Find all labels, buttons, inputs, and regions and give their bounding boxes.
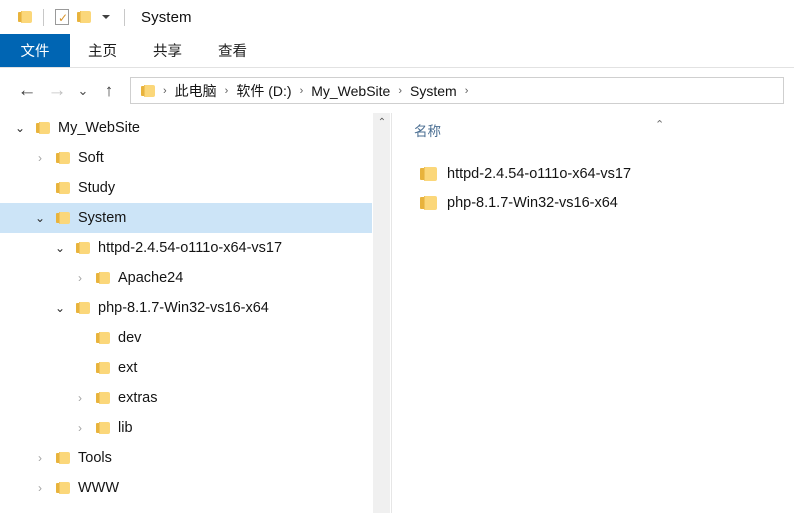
tree-item-label: php-8.1.7-Win32-vs16-x64	[98, 300, 269, 316]
tree-item-www[interactable]: › WWW	[0, 473, 372, 503]
breadcrumb-drive-d[interactable]: 软件 (D:)	[234, 81, 293, 101]
folder-icon	[420, 167, 437, 181]
tree-item-dev[interactable]: ›dev	[0, 323, 372, 353]
tree-item-label: lib	[118, 420, 133, 436]
tree-item-php-8-1-7-win32-vs16-x64[interactable]: ⌄ php-8.1.7-Win32-vs16-x64	[0, 293, 372, 323]
folder-icon	[18, 11, 32, 23]
chevron-down-icon[interactable]: ⌄	[32, 210, 48, 226]
tree-item-label: Tools	[78, 450, 112, 466]
folder-icon	[96, 392, 110, 404]
chevron-right-icon[interactable]: ›	[32, 450, 48, 466]
tree-item-label: Apache24	[118, 270, 184, 286]
tree-item-label: extras	[118, 390, 158, 406]
sort-ascending-icon[interactable]: ⌃	[655, 118, 664, 131]
address-bar[interactable]: › 此电脑 › 软件 (D:) › My_WebSite › System ›	[130, 77, 784, 104]
folder-icon	[36, 122, 50, 134]
window-title: System	[141, 8, 192, 26]
tree-scrollbar[interactable]: ⌃	[372, 113, 390, 513]
customize-quick-access-button[interactable]	[95, 6, 117, 28]
tree-item-label: httpd-2.4.54-o111o-x64-vs17	[98, 240, 283, 256]
tree-item-label: Study	[78, 180, 116, 196]
tab-share[interactable]: 共享	[135, 34, 200, 67]
tab-file[interactable]: 文件	[0, 34, 70, 67]
chevron-right-icon[interactable]: ›	[72, 390, 88, 406]
tree-item-label: Soft	[78, 150, 104, 166]
folder-icon	[56, 452, 70, 464]
folder-icon	[96, 362, 110, 374]
breadcrumb-separator[interactable]: ›	[157, 85, 173, 97]
file-list-row[interactable]: php-8.1.7-Win32-vs16-x64	[392, 190, 794, 216]
new-folder-icon	[77, 11, 91, 23]
tree-item-apache24[interactable]: › Apache24	[0, 263, 372, 293]
scrollbar-up-arrow-icon[interactable]: ⌃	[373, 113, 391, 131]
chevron-down-icon[interactable]: ⌄	[12, 120, 28, 136]
recent-locations-button[interactable]: ⌄	[72, 76, 94, 106]
chevron-down-icon[interactable]: ⌄	[52, 300, 68, 316]
tree-item-system[interactable]: ⌄ System	[0, 203, 372, 233]
breadcrumb-this-pc[interactable]: 此电脑	[173, 81, 219, 101]
explorer-folder-icon[interactable]	[14, 6, 36, 28]
tree-item-label: ext	[118, 360, 138, 376]
forward-button[interactable]: →	[42, 76, 72, 106]
tree-item-my-website[interactable]: ⌄ My_WebSite	[0, 113, 372, 143]
navigation-tree-pane[interactable]: ⌄My_WebSite›Soft›Study⌄System⌄httpd-2.4.…	[0, 113, 372, 513]
tree-item-ext[interactable]: ›ext	[0, 353, 372, 383]
title-bar: ✓ System	[0, 0, 794, 34]
qat-divider-2	[124, 8, 125, 26]
tree-item-extras[interactable]: › extras	[0, 383, 372, 413]
tree-item-tools[interactable]: › Tools	[0, 443, 372, 473]
folder-icon	[96, 272, 110, 284]
ribbon-tab-bar: 文件 主页 共享 查看	[0, 34, 794, 67]
folder-icon	[420, 196, 437, 210]
folder-icon	[96, 422, 110, 434]
tree-item-label: WWW	[78, 480, 120, 496]
folder-icon	[76, 302, 90, 314]
address-folder-icon	[141, 84, 155, 97]
folder-icon	[56, 482, 70, 494]
file-list-row[interactable]: httpd-2.4.54-o111o-x64-vs17	[392, 161, 794, 187]
column-header-row: 名称 ⌃	[392, 113, 794, 147]
properties-button[interactable]: ✓	[51, 6, 73, 28]
folder-icon	[76, 242, 90, 254]
back-button[interactable]: ←	[12, 76, 42, 106]
breadcrumb-my-website[interactable]: My_WebSite	[309, 83, 392, 99]
up-button[interactable]: ↑	[94, 76, 124, 106]
tree-item-label: My_WebSite	[58, 120, 140, 136]
properties-icon: ✓	[55, 9, 69, 25]
navigation-bar: ← → ⌄ ↑ › 此电脑 › 软件 (D:) › My_WebSite › S…	[0, 68, 794, 113]
tab-home[interactable]: 主页	[70, 34, 135, 67]
tree-item-label: System	[78, 210, 127, 226]
tab-view[interactable]: 查看	[200, 34, 265, 67]
tree-item-lib[interactable]: › lib	[0, 413, 372, 443]
folder-icon	[56, 182, 70, 194]
folder-icon	[96, 332, 110, 344]
tree-item-soft[interactable]: › Soft	[0, 143, 372, 173]
chevron-down-icon[interactable]: ⌄	[52, 240, 68, 256]
new-folder-button[interactable]	[73, 6, 95, 28]
folder-icon	[56, 212, 70, 224]
file-list-item-label: httpd-2.4.54-o111o-x64-vs17	[447, 166, 632, 182]
chevron-right-icon[interactable]: ›	[72, 420, 88, 436]
breadcrumb-separator[interactable]: ›	[459, 85, 475, 97]
chevron-right-icon[interactable]: ›	[72, 270, 88, 286]
breadcrumb-separator[interactable]: ›	[219, 85, 235, 97]
chevron-right-icon[interactable]: ›	[32, 150, 48, 166]
tree-item-label: dev	[118, 330, 142, 346]
breadcrumb-separator[interactable]: ›	[294, 85, 310, 97]
column-header-name[interactable]: 名称	[414, 120, 441, 140]
folder-icon	[56, 152, 70, 164]
chevron-down-icon	[102, 15, 110, 19]
quick-access-toolbar: ✓ System	[0, 0, 192, 34]
qat-divider-1	[43, 8, 44, 26]
file-list-pane[interactable]: 名称 ⌃ httpd-2.4.54-o111o-x64-vs17 php-8.1.…	[392, 113, 794, 513]
breadcrumb-system[interactable]: System	[408, 83, 459, 99]
tree-item-httpd-2-4-54-o111o-x64-vs17[interactable]: ⌄ httpd-2.4.54-o111o-x64-vs17	[0, 233, 372, 263]
file-list-item-label: php-8.1.7-Win32-vs16-x64	[447, 195, 618, 211]
breadcrumb-separator[interactable]: ›	[392, 85, 408, 97]
tree-item-study[interactable]: ›Study	[0, 173, 372, 203]
chevron-right-icon[interactable]: ›	[32, 480, 48, 496]
